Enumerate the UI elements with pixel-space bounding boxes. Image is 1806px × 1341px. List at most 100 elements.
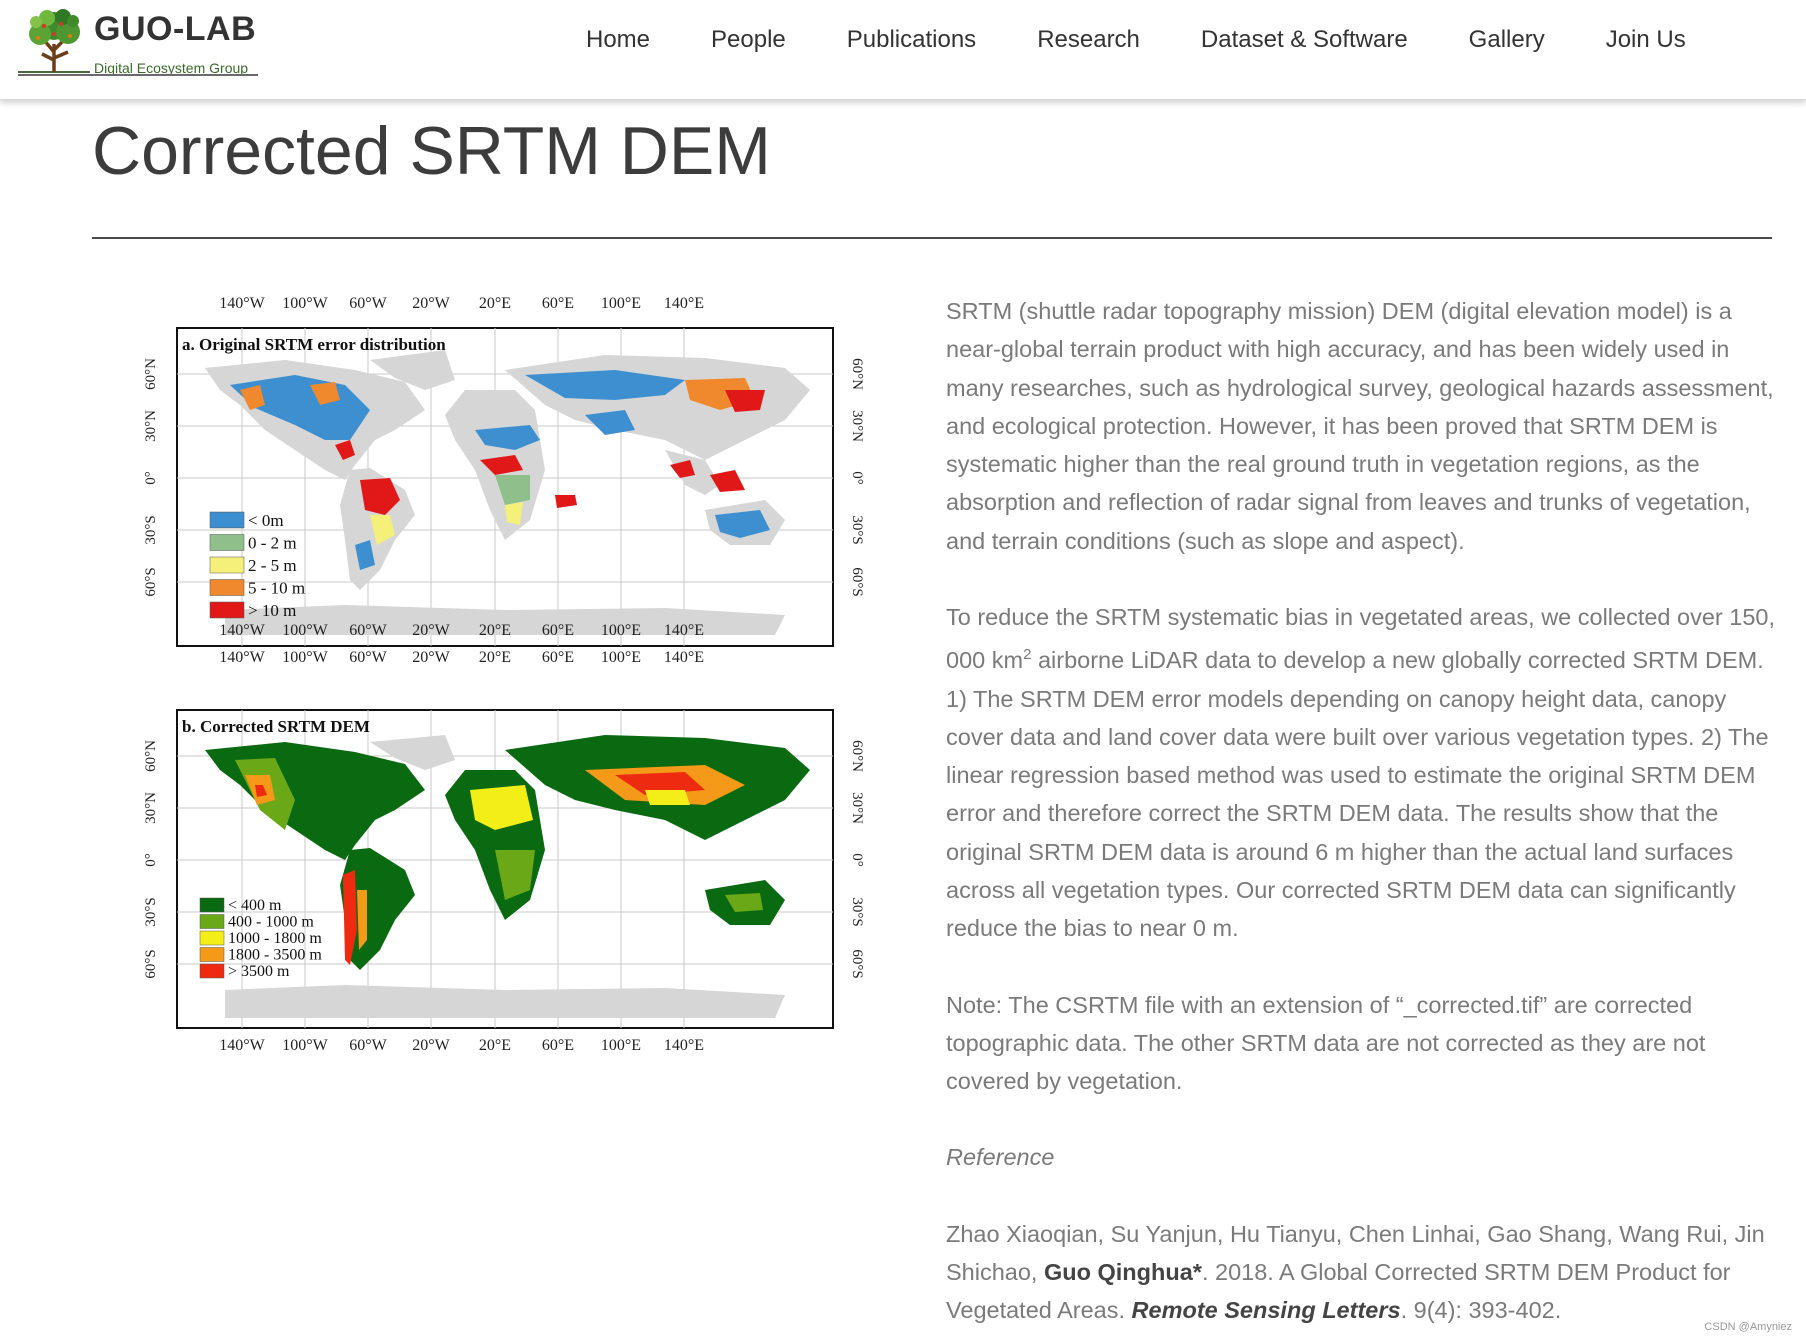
lon-tick-label: 60°E xyxy=(542,1037,574,1054)
ref-volume: . 9(4): 393-402. xyxy=(1400,1297,1562,1324)
ref-journal: Remote Sensing Letters xyxy=(1131,1297,1401,1324)
nav-research[interactable]: Research xyxy=(1037,26,1140,54)
lat-tick-label: 60°N xyxy=(145,740,159,772)
lat-tick-label: 30°S xyxy=(145,515,159,544)
lon-tick-label: 140°W xyxy=(219,622,265,639)
description-text: SRTM (shuttle radar topography mission) … xyxy=(946,292,1776,1341)
lat-tick-label: 60°S xyxy=(145,949,159,978)
lon-tick-label: 100°E xyxy=(601,622,641,639)
lon-tick-label: 140°W xyxy=(219,649,265,666)
lon-tick-label: 100°W xyxy=(282,1037,328,1054)
lon-tick-label: 60°W xyxy=(349,295,387,312)
method-paragraph: To reduce the SRTM systematic bias in ve… xyxy=(946,598,1776,948)
lat-tick-label: 30°N xyxy=(145,410,159,442)
lon-tick-label: 140°E xyxy=(664,622,704,639)
legend-swatch xyxy=(209,534,245,551)
lat-tick-label: 0° xyxy=(849,471,865,485)
legend-swatch xyxy=(209,601,245,619)
lon-tick-label: 100°E xyxy=(601,649,641,666)
legend-label: 1800 - 3500 m xyxy=(228,947,322,964)
lon-tick-label: 60°E xyxy=(542,622,574,639)
logo-underline xyxy=(18,74,258,76)
lon-tick-label: 140°W xyxy=(219,295,265,312)
lon-tick-label: 100°W xyxy=(282,649,328,666)
method-text-end: airborne LiDAR data to develop a new glo… xyxy=(946,647,1769,942)
ref-lead-author: Guo Qinghua* xyxy=(1043,1259,1202,1286)
brand-name: GUO-LAB xyxy=(94,10,257,48)
lon-tick-label: 60°W xyxy=(349,622,387,639)
panel-a-map: a. Original SRTM error distribution < 0m… xyxy=(176,327,834,647)
legend-label: < 400 m xyxy=(228,897,282,914)
lat-tick-label: 30°S xyxy=(849,897,865,926)
reference-heading: Reference xyxy=(946,1144,1055,1171)
lat-tick-label: 30°S xyxy=(145,897,159,926)
lon-tick-label: 20°E xyxy=(479,622,511,639)
panel-b-map: b. Corrected SRTM DEM < 400 m400 - 1000 … xyxy=(176,709,834,1029)
tree-logo-icon xyxy=(18,9,90,73)
legend-swatch xyxy=(209,556,245,574)
nav-gallery[interactable]: Gallery xyxy=(1469,26,1545,54)
legend-label: 5 - 10 m xyxy=(248,579,305,598)
lon-tick-label: 100°E xyxy=(601,295,641,312)
lat-tick-label: 0° xyxy=(145,471,159,485)
lon-tick-label: 140°W xyxy=(219,1037,265,1054)
legend-label: 1000 - 1800 m xyxy=(228,930,322,947)
lat-tick-label: 60°S xyxy=(849,567,865,596)
lat-tick-label: 60°S xyxy=(145,567,159,596)
lat-tick-label: 60°N xyxy=(145,358,159,390)
lon-tick-label: 20°W xyxy=(412,622,450,639)
reference-citation: Zhao Xiaoqian, Su Yanjun, Hu Tianyu, Che… xyxy=(946,1215,1776,1330)
site-header: GUO-LAB Digital Ecosystem Group Home Peo… xyxy=(0,0,1806,100)
legend-label: < 0m xyxy=(248,511,284,530)
legend-label: > 3500 m xyxy=(228,963,290,980)
lon-tick-label: 100°W xyxy=(282,295,328,312)
panel-b-title: b. Corrected SRTM DEM xyxy=(182,717,370,736)
lon-tick-label: 140°E xyxy=(664,649,704,666)
srtm-maps-image: a. Original SRTM error distribution < 0m… xyxy=(145,295,865,1054)
legend-swatch xyxy=(199,914,225,929)
legend-label: 0 - 2 m xyxy=(248,534,297,553)
lon-tick-label: 20°E xyxy=(479,649,511,666)
note-paragraph: Note: The CSRTM file with an extension o… xyxy=(946,991,1706,1095)
nav-home[interactable]: Home xyxy=(586,26,650,54)
title-divider xyxy=(92,237,1772,239)
main-nav: Home People Publications Research Datase… xyxy=(586,26,1747,54)
legend-swatch xyxy=(209,579,245,596)
lat-tick-label: 30°N xyxy=(145,792,159,824)
nav-dataset-software[interactable]: Dataset & Software xyxy=(1201,26,1408,54)
lon-tick-label: 20°W xyxy=(412,295,450,312)
legend-label: 2 - 5 m xyxy=(248,556,297,575)
lon-tick-label: 100°E xyxy=(601,1037,641,1054)
lat-tick-label: 0° xyxy=(145,853,159,867)
intro-paragraph: SRTM (shuttle radar topography mission) … xyxy=(946,298,1774,554)
nav-join-us[interactable]: Join Us xyxy=(1606,26,1686,54)
legend-label: > 10 m xyxy=(248,601,296,620)
lat-tick-label: 60°N xyxy=(849,740,865,772)
nav-people[interactable]: People xyxy=(711,26,786,54)
lon-tick-label: 140°E xyxy=(664,1037,704,1054)
lat-tick-label: 30°S xyxy=(849,515,865,544)
nav-publications[interactable]: Publications xyxy=(847,26,976,54)
lon-tick-label: 20°E xyxy=(479,1037,511,1054)
srtm-figure: a. Original SRTM error distribution < 0m… xyxy=(145,290,875,1060)
legend-swatch xyxy=(199,930,225,946)
panel-a-title: a. Original SRTM error distribution xyxy=(182,335,446,354)
lon-tick-label: 20°W xyxy=(412,649,450,666)
page-title: Corrected SRTM DEM xyxy=(92,113,771,189)
lon-tick-label: 20°W xyxy=(412,1037,450,1054)
lat-tick-label: 0° xyxy=(849,853,865,867)
lon-tick-label: 60°W xyxy=(349,1037,387,1054)
site-logo[interactable]: GUO-LAB Digital Ecosystem Group xyxy=(14,4,264,78)
lat-tick-label: 60°N xyxy=(849,358,865,390)
lon-tick-label: 60°E xyxy=(542,649,574,666)
lon-tick-label: 100°W xyxy=(282,622,328,639)
legend-label: 400 - 1000 m xyxy=(228,914,314,931)
legend-swatch xyxy=(199,963,225,979)
lon-tick-label: 60°E xyxy=(542,295,574,312)
lat-tick-label: 30°N xyxy=(849,792,865,824)
lon-tick-label: 60°W xyxy=(349,649,387,666)
legend-swatch xyxy=(199,947,225,962)
lon-tick-label: 20°E xyxy=(479,295,511,312)
legend-swatch xyxy=(199,897,225,913)
watermark: CSDN @Amyniez xyxy=(1704,1321,1792,1333)
